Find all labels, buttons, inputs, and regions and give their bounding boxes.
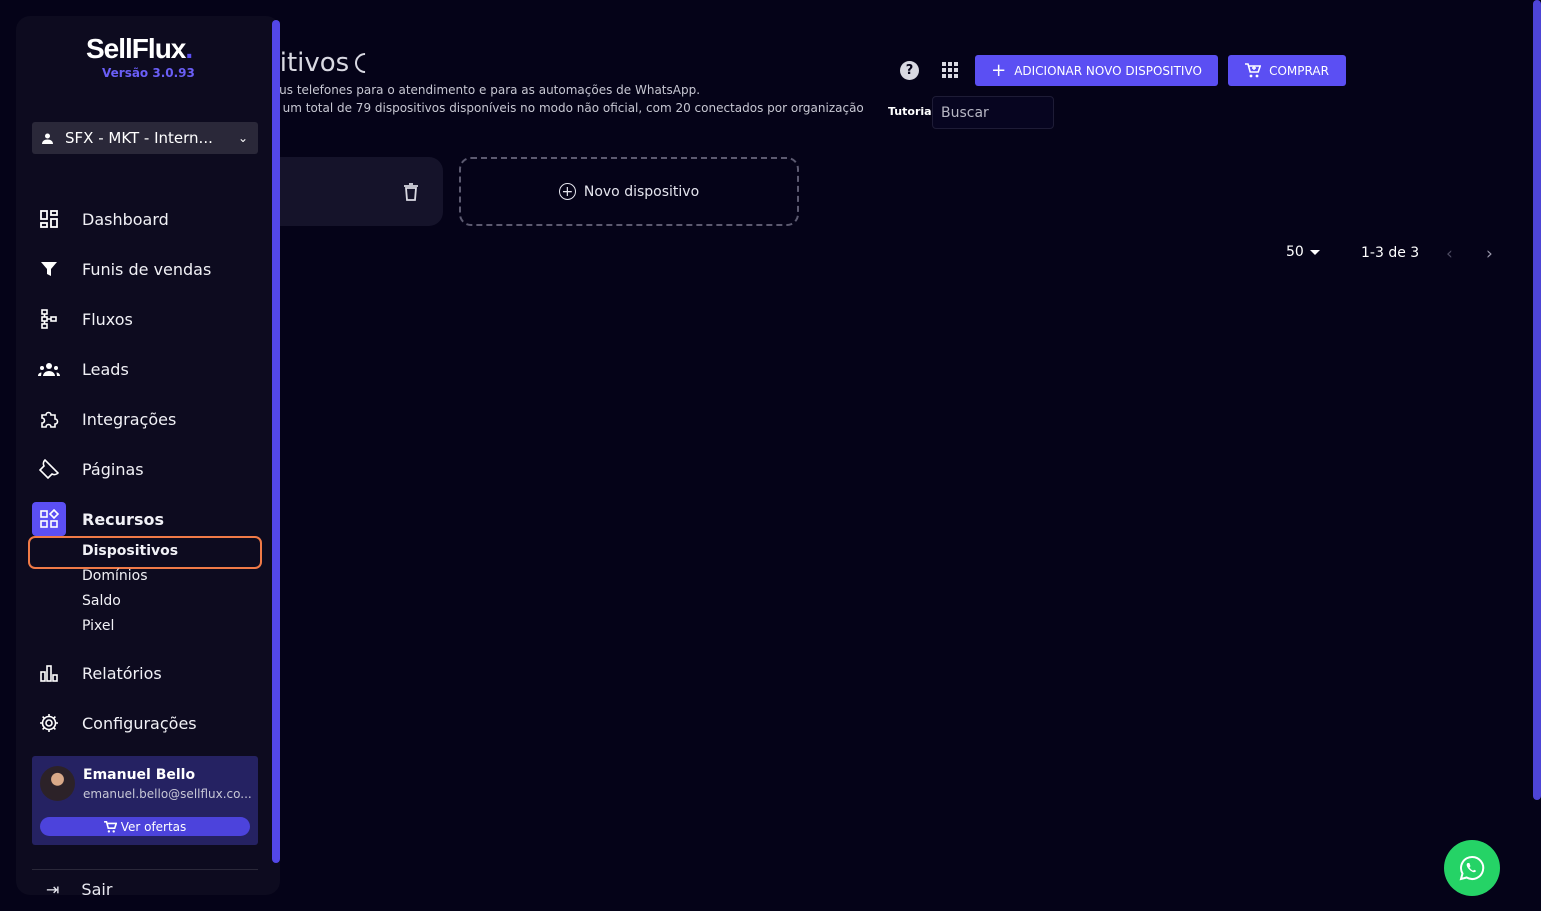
sellflux-logo: SellFlux. <box>86 33 193 64</box>
person-icon <box>42 133 53 144</box>
sidebar-subitem-saldo[interactable]: Saldo <box>82 593 121 609</box>
logout-button[interactable]: ⇥ Sair <box>46 880 112 899</box>
organization-select[interactable]: SFX - MKT - Intern... ⌄ <box>32 122 258 154</box>
sidebar-item-recursos[interactable]: Recursos <box>32 502 258 536</box>
trash-icon[interactable] <box>403 183 419 201</box>
search-input[interactable] <box>932 96 1054 129</box>
caret-down-icon <box>1309 249 1320 255</box>
help-icon[interactable]: ? <box>900 61 919 80</box>
logo-text: SellFlux <box>86 33 186 64</box>
chevron-left-icon[interactable]: ‹ <box>1446 244 1453 264</box>
buy-label: COMPRAR <box>1269 63 1329 78</box>
dashboard-icon <box>32 202 66 236</box>
cart-icon <box>1245 63 1262 78</box>
page-description-limits: Você possui um total de 79 dispositivos … <box>208 101 863 115</box>
filter-icon <box>32 252 66 286</box>
sidebar-item-integracoes[interactable]: Integrações <box>32 402 258 436</box>
organization-name: SFX - MKT - Intern... <box>65 129 213 147</box>
divider <box>32 869 258 870</box>
sidebar-subitem-dominios[interactable]: Domínios <box>82 568 148 584</box>
per-page-select[interactable]: 50 <box>1286 244 1320 260</box>
sidebar-item-label: Relatórios <box>82 663 162 683</box>
gear-icon <box>32 706 66 740</box>
logout-label: Sair <box>81 880 113 899</box>
new-device-label: Novo dispositivo <box>583 183 700 200</box>
page-description: Cadastre seus telefones para o atendimen… <box>208 83 701 97</box>
add-circle-icon: + <box>558 183 576 200</box>
sidebar-item-label: Leads <box>82 359 129 379</box>
widgets-icon <box>32 502 66 536</box>
avatar[interactable] <box>40 766 75 801</box>
per-page-value: 50 <box>1286 244 1304 260</box>
sidebar-scrollbar[interactable] <box>272 20 280 863</box>
sidebar-item-dashboard[interactable]: Dashboard <box>32 202 258 236</box>
sidebar-item-label: Dashboard <box>82 209 169 229</box>
sidebar-item-label: Integrações <box>82 409 177 429</box>
sidebar-subitem-dispositivos[interactable]: Dispositivos <box>82 543 178 559</box>
chevron-right-icon[interactable]: › <box>1486 244 1493 264</box>
sidebar-item-label: Recursos <box>82 509 164 529</box>
wrench-icon <box>32 452 66 486</box>
pagination-range: 1-3 de 3 <box>1361 245 1420 261</box>
page-scrollbar[interactable] <box>1533 0 1541 800</box>
sidebar-item-label: Funis de vendas <box>82 259 212 279</box>
plus-icon: + <box>991 59 1007 81</box>
sidebar-item-label: Páginas <box>82 459 144 479</box>
buy-button[interactable]: COMPRAR <box>1228 55 1346 86</box>
cart-icon <box>103 820 117 833</box>
app-version: Versão 3.0.93 <box>102 66 195 80</box>
sidebar-subitem-pixel[interactable]: Pixel <box>82 618 114 634</box>
view-offers-label: Ver ofertas <box>120 819 187 834</box>
tutorial-link[interactable]: Tutorial <box>888 105 935 118</box>
user-name: Emanuel Bello <box>83 767 196 783</box>
sidebar-item-label: Fluxos <box>82 309 133 329</box>
puzzle-icon <box>32 402 66 436</box>
logout-icon: ⇥ <box>46 880 60 899</box>
whatsapp-icon[interactable] <box>1444 840 1500 896</box>
whatsapp-glyph-icon <box>1459 855 1485 881</box>
bar-chart-icon <box>32 656 66 690</box>
sidebar-item-label: Configurações <box>82 713 197 733</box>
view-offers-button[interactable]: Ver ofertas <box>40 817 250 836</box>
loading-spinner-icon <box>351 48 380 78</box>
add-device-label: ADICIONAR NOVO DISPOSITIVO <box>1014 63 1202 78</box>
flow-icon <box>32 302 66 336</box>
chevron-down-icon: ⌄ <box>237 131 248 145</box>
sidebar-item-relatorios[interactable]: Relatórios <box>32 656 258 690</box>
apps-grid-icon[interactable] <box>942 62 958 78</box>
sidebar-item-leads[interactable]: Leads <box>32 352 258 386</box>
sidebar-item-fluxos[interactable]: Fluxos <box>32 302 258 336</box>
people-icon <box>32 352 66 386</box>
sidebar-item-paginas[interactable]: Páginas <box>32 452 258 486</box>
sidebar-item-funis[interactable]: Funis de vendas <box>32 252 258 286</box>
new-device-card[interactable]: + Novo dispositivo <box>459 157 799 226</box>
sidebar-item-configuracoes[interactable]: Configurações <box>32 706 258 740</box>
add-device-button[interactable]: + ADICIONAR NOVO DISPOSITIVO <box>975 55 1218 86</box>
user-email: emanuel.bello@sellflux.co... <box>83 787 252 801</box>
